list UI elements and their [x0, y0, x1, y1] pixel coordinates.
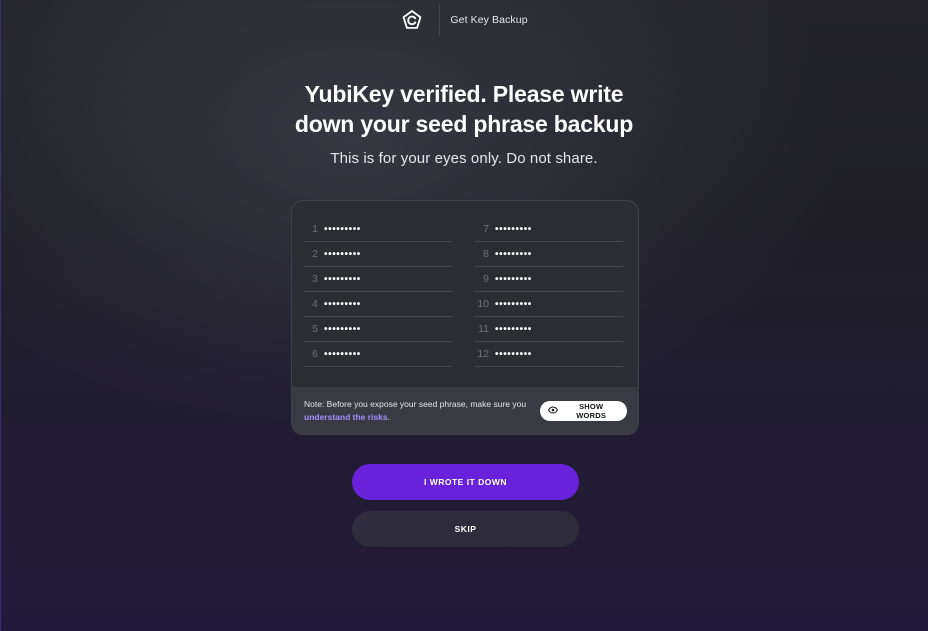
seed-word-row: 10 •••••••••	[475, 292, 623, 317]
risk-note-end: .	[387, 412, 390, 422]
seed-word-masked: •••••••••	[495, 349, 532, 360]
eye-icon	[548, 406, 559, 416]
understand-risks-link[interactable]: understand the risks	[304, 412, 388, 422]
seed-word-row: 7 •••••••••	[475, 217, 623, 242]
risk-note: Note: Before you expose your seed phrase…	[304, 398, 540, 425]
seed-word-number: 1	[312, 223, 318, 235]
i-wrote-it-down-button[interactable]: I WROTE IT DOWN	[352, 464, 579, 500]
seed-word-column-left: 1 ••••••••• 2 ••••••••• 3 ••••••••• 4 ••…	[304, 217, 452, 367]
page-subtitle: This is for your eyes only. Do not share…	[330, 150, 598, 167]
seed-word-number: 11	[478, 323, 489, 335]
seed-word-number: 6	[312, 348, 318, 360]
top-bar: Get Key Backup	[0, 0, 928, 40]
seed-word-row: 3 •••••••••	[304, 267, 452, 292]
seed-word-row: 9 •••••••••	[475, 267, 623, 292]
seed-word-row: 12 •••••••••	[475, 342, 623, 367]
seed-word-number: 7	[483, 223, 489, 235]
seed-word-number: 3	[312, 273, 318, 285]
seed-word-masked: •••••••••	[495, 224, 532, 235]
seed-word-masked: •••••••••	[324, 349, 361, 360]
show-words-label: SHOW WORDS	[576, 402, 607, 420]
seed-word-masked: •••••••••	[324, 249, 361, 260]
seed-word-masked: •••••••••	[495, 274, 532, 285]
seed-word-column-right: 7 ••••••••• 8 ••••••••• 9 ••••••••• 10 •…	[475, 217, 623, 367]
seed-word-masked: •••••••••	[324, 224, 361, 235]
seed-word-row: 11 •••••••••	[475, 317, 623, 342]
risk-note-text: Note: Before you expose your seed phrase…	[304, 398, 527, 409]
seed-word-number: 2	[312, 248, 318, 260]
risk-note-bar: Note: Before you expose your seed phrase…	[292, 387, 638, 434]
seed-phrase-card: 1 ••••••••• 2 ••••••••• 3 ••••••••• 4 ••…	[291, 200, 639, 435]
seed-word-row: 6 •••••••••	[304, 342, 452, 367]
seed-word-masked: •••••••••	[495, 299, 532, 310]
skip-button[interactable]: SKIP	[352, 511, 579, 547]
seed-word-row: 5 •••••••••	[304, 317, 452, 342]
seed-word-masked: •••••••••	[324, 324, 361, 335]
seed-word-masked: •••••••••	[324, 299, 361, 310]
seed-word-masked: •••••••••	[495, 249, 532, 260]
seed-word-grid: 1 ••••••••• 2 ••••••••• 3 ••••••••• 4 ••…	[292, 201, 638, 388]
seed-word-number: 4	[312, 298, 318, 310]
app-title: Get Key Backup	[450, 14, 528, 26]
seed-word-number: 10	[477, 298, 489, 310]
seed-word-number: 12	[477, 348, 489, 360]
seed-word-row: 2 •••••••••	[304, 242, 452, 267]
top-bar-content: Get Key Backup	[400, 0, 528, 40]
seed-word-number: 9	[483, 273, 489, 285]
get-key-logo-icon	[400, 8, 424, 32]
header-divider	[439, 5, 441, 35]
seed-word-row: 1 •••••••••	[304, 217, 452, 242]
page-title-line-2: down your seed phrase backup	[294, 111, 634, 137]
seed-word-number: 5	[312, 323, 318, 335]
seed-word-row: 8 •••••••••	[475, 242, 623, 267]
seed-word-row: 4 •••••••••	[304, 292, 452, 317]
show-words-button[interactable]: SHOW WORDS	[540, 401, 627, 421]
page-title-line-1: YubiKey verified. Please write	[304, 81, 624, 107]
seed-word-masked: •••••••••	[324, 274, 361, 285]
seed-word-masked: •••••••••	[495, 324, 532, 335]
seed-word-number: 8	[483, 248, 489, 260]
page-title: YubiKey verified. Please write down your…	[0, 79, 928, 139]
